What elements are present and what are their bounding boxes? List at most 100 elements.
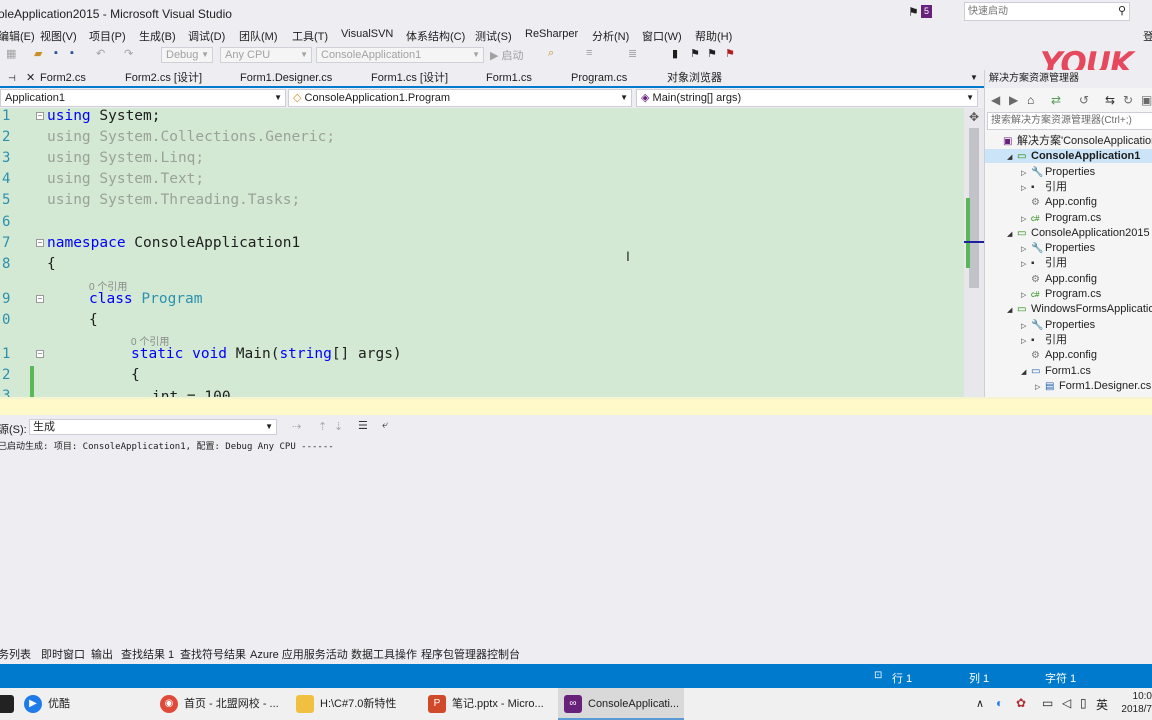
save-icon[interactable]: ▪ xyxy=(54,47,58,63)
expanded-arrow-icon[interactable]: ◢ xyxy=(1007,151,1017,165)
find-message-icon[interactable]: ⇢ xyxy=(292,420,301,433)
next-bookmark-icon[interactable]: ⚑ xyxy=(707,47,717,63)
expand-arrow-icon[interactable]: ▷ xyxy=(1021,213,1031,227)
start-button[interactable]: ▶ 启动 xyxy=(490,47,524,63)
pin-icon[interactable]: ⊣ xyxy=(4,70,22,86)
tab-data-tools[interactable]: 数据工具操作 xyxy=(351,646,417,662)
tab-immediate[interactable]: 即时窗口 xyxy=(41,646,85,662)
network-tray-icon[interactable]: ◐ xyxy=(996,696,1003,710)
solution-search-input[interactable]: 搜索解决方案资源管理器(Ctrl+;) xyxy=(987,112,1152,130)
output-pane[interactable]: 已启动生成: 项目: ConsoleApplication1, 配置: Debu… xyxy=(0,437,1152,644)
tree-node[interactable]: ▷ c# Program.cs xyxy=(1021,287,1101,301)
menu-architecture[interactable]: 体系结构(C) xyxy=(406,28,465,44)
open-folder-icon[interactable]: ▰ xyxy=(34,47,42,63)
tree-node[interactable]: ▷ ▪ 引用 xyxy=(1021,180,1067,194)
tab-object-browser[interactable]: 对象浏览器 xyxy=(663,70,722,86)
switch-views-icon[interactable]: ⇆ xyxy=(1105,93,1115,107)
next-message-icon[interactable]: ⇣ xyxy=(334,420,343,433)
menu-team[interactable]: 团队(M) xyxy=(239,28,278,44)
expand-arrow-icon[interactable]: ▷ xyxy=(1021,258,1031,272)
menu-project[interactable]: 项目(P) xyxy=(89,28,126,44)
clear-bookmarks-icon[interactable]: ⚑ xyxy=(725,47,735,63)
tree-node[interactable]: ⚙ App.config xyxy=(1021,272,1097,286)
expand-arrow-icon[interactable]: ▷ xyxy=(1021,167,1031,181)
clear-all-icon[interactable]: ☰ xyxy=(358,419,368,432)
menu-test[interactable]: 测试(S) xyxy=(475,28,512,44)
tree-node[interactable]: ▷ ▤ Form1.Designer.cs xyxy=(1035,379,1151,393)
tree-node[interactable]: ▷ c# Program.cs xyxy=(1021,211,1101,225)
word-wrap-icon[interactable]: ⤶ xyxy=(382,419,388,432)
volume-tray-icon[interactable]: ◁ xyxy=(1062,696,1071,710)
new-project-icon[interactable]: ▦ xyxy=(6,47,16,63)
tab-azure[interactable]: Azure 应用服务活动 xyxy=(250,646,348,662)
refresh-icon[interactable]: ↻ xyxy=(1123,93,1133,107)
back-icon[interactable]: ◀ xyxy=(991,93,1000,107)
quick-launch-input[interactable] xyxy=(965,3,1105,20)
tree-node[interactable]: ⚙ App.config xyxy=(1021,195,1097,209)
tree-node[interactable]: ◢ ▭ ConsoleApplication1 xyxy=(985,149,1152,165)
menu-view[interactable]: 视图(V) xyxy=(40,28,77,44)
class-dropdown[interactable]: ◇ ConsoleApplication1.Program ▼ xyxy=(288,89,632,107)
tree-node[interactable]: ⚙ App.config xyxy=(1021,348,1097,362)
expand-arrow-icon[interactable]: ▷ xyxy=(1021,289,1031,303)
menu-resharper[interactable]: ReSharper xyxy=(525,28,578,40)
taskbar-powerpoint[interactable]: P 笔记.pptx - Micro... xyxy=(428,688,550,720)
expanded-arrow-icon[interactable]: ◢ xyxy=(1007,304,1017,318)
prev-message-icon[interactable]: ⇡ xyxy=(318,420,327,433)
tab-form1-cs[interactable]: Form1.cs xyxy=(482,70,532,86)
split-icon[interactable]: ✥ xyxy=(969,110,979,124)
expand-arrow-icon[interactable]: ▷ xyxy=(1035,381,1045,395)
tree-node[interactable]: ◢ ▭ ConsoleApplication2015 xyxy=(1007,226,1150,240)
start-button[interactable] xyxy=(0,688,14,720)
battery-tray-icon[interactable]: ▯ xyxy=(1080,696,1087,710)
menu-tools[interactable]: 工具(T) xyxy=(292,28,328,44)
ime-indicator[interactable]: 英 xyxy=(1096,696,1108,713)
tree-node[interactable]: ▷ ▪ 引用 xyxy=(1021,256,1067,270)
tree-node[interactable]: ▷ 🔧 Properties xyxy=(1021,165,1095,179)
menu-signin[interactable]: 登 xyxy=(1143,28,1152,44)
menu-analyze[interactable]: 分析(N) xyxy=(592,28,629,44)
prev-bookmark-icon[interactable]: ⚑ xyxy=(690,47,700,63)
startup-project-combo[interactable]: ConsoleApplication1 ▼ xyxy=(316,47,484,63)
tree-node[interactable]: ▷ ▪ 引用 xyxy=(1021,333,1067,347)
menu-visualsvn[interactable]: VisualSVN xyxy=(341,28,393,40)
tab-overflow-icon[interactable]: ▼ xyxy=(966,70,978,86)
output-source-dropdown[interactable]: 生成 ▼ xyxy=(29,419,277,435)
menu-help[interactable]: 帮助(H) xyxy=(695,28,732,44)
redo-icon[interactable]: ↷ xyxy=(124,47,133,63)
tree-node[interactable]: ◢ ▭ WindowsFormsApplicatio xyxy=(1007,302,1152,316)
tree-node[interactable]: ▷ 🔧 Properties xyxy=(1021,241,1095,255)
tab-form2-design[interactable]: Form2.cs [设计] xyxy=(121,70,202,86)
menu-debug[interactable]: 调试(D) xyxy=(188,28,225,44)
close-icon[interactable]: ✕ xyxy=(22,70,36,86)
menu-window[interactable]: 窗口(W) xyxy=(642,28,682,44)
expand-arrow-icon[interactable]: ▷ xyxy=(1021,335,1031,349)
tab-find-symbol[interactable]: 查找符号结果 xyxy=(180,646,246,662)
monitor-tray-icon[interactable]: ▭ xyxy=(1042,696,1053,710)
home-icon[interactable]: ⌂ xyxy=(1027,93,1034,107)
notification-button[interactable]: ⚑ 5 xyxy=(908,4,934,20)
tab-form1-design[interactable]: Form1.cs [设计] xyxy=(367,70,448,86)
tree-node[interactable]: ◢ ▭ Form1.cs xyxy=(1021,364,1091,378)
align-icon[interactable]: ≡ xyxy=(586,47,592,63)
taskbar-chrome[interactable]: ◉ 首页 - 北盟网校 - ... xyxy=(160,688,282,720)
sync-icon[interactable]: ⇄ xyxy=(1051,93,1061,107)
code-editor[interactable]: 1 2 3 4 5 6 7 8 9 0 1 2 3 − − − − using … xyxy=(0,108,964,397)
taskbar-visual-studio[interactable]: ∞ ConsoleApplicati... xyxy=(558,688,684,720)
tab-form2-cs[interactable]: Form2.cs xyxy=(36,70,86,86)
member-dropdown[interactable]: ◈ Main(string[] args) ▼ xyxy=(636,89,978,107)
expand-arrow-icon[interactable]: ▷ xyxy=(1021,320,1031,334)
comment-icon[interactable]: ≣ xyxy=(628,47,637,63)
panel-divider[interactable] xyxy=(0,397,1152,415)
tree-node[interactable]: ▣ 解决方案'ConsoleApplication xyxy=(993,134,1152,148)
editor-scrollbar[interactable]: ✥ xyxy=(964,108,984,397)
app-tray-icon[interactable]: ✿ xyxy=(1016,696,1026,710)
find-icon[interactable]: ⌕ xyxy=(548,47,554,63)
expand-arrow-icon[interactable]: ▷ xyxy=(1021,182,1031,196)
expanded-arrow-icon[interactable]: ◢ xyxy=(1021,366,1031,380)
collapse-icon[interactable]: − xyxy=(36,239,44,247)
forward-icon[interactable]: ▶ xyxy=(1009,93,1018,107)
taskbar-explorer[interactable]: H:\C#7.0新特性 xyxy=(296,688,422,720)
history-icon[interactable]: ↺ xyxy=(1079,93,1089,107)
menu-build[interactable]: 生成(B) xyxy=(139,28,176,44)
